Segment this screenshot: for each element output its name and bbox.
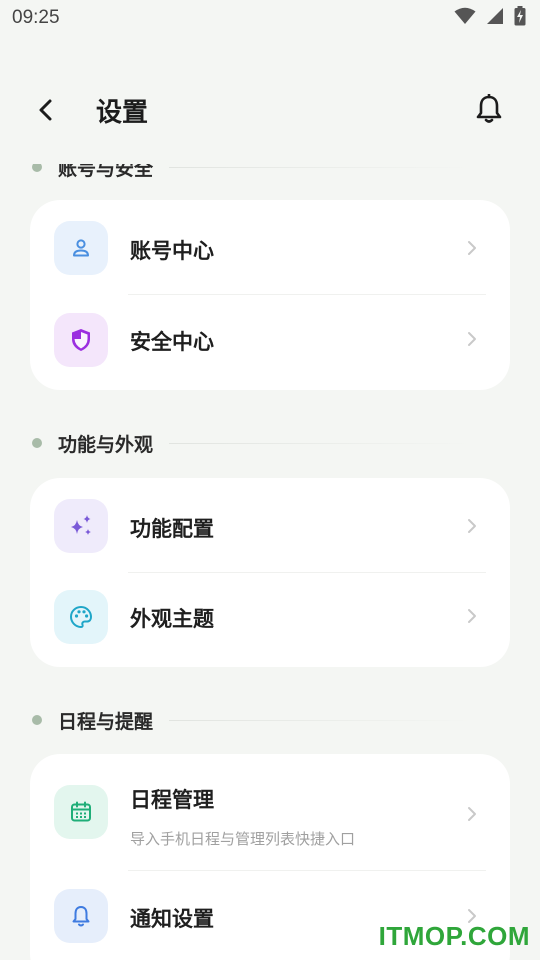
chevron-right-icon [464,518,480,534]
item-schedule-management[interactable]: 日程管理 导入手机日程与管理列表快捷入口 [30,754,510,870]
palette-icon [69,605,93,629]
card-account-security: 账号中心 安全中心 [30,200,510,390]
card-features-appearance: 功能配置 外观主题 [30,478,510,667]
notification-settings-icon-box [54,889,108,943]
bell-icon [72,906,90,927]
header: 设置 [0,80,540,140]
back-button[interactable] [30,94,62,126]
item-feature-config[interactable]: 功能配置 [30,478,510,572]
section-header-schedule-reminders: 日程与提醒 [32,705,472,735]
item-title: 通知设置 [130,907,214,931]
bell-icon [476,94,502,123]
item-security-center[interactable]: 安全中心 [30,295,510,390]
chevron-right-icon [464,806,480,822]
section-divider [169,442,472,444]
section-divider [169,719,472,721]
chevron-right-icon [464,608,480,624]
battery-charging-icon [514,6,526,30]
status-bar: 09:25 [0,0,540,36]
item-subtitle: 导入手机日程与管理列表快捷入口 [130,830,356,848]
watermark-logo: ITMOP.COM [378,921,530,951]
chevron-left-icon [39,99,52,121]
appearance-theme-icon-box [54,590,108,644]
wifi-icon [454,7,476,29]
cellular-signal-icon [486,7,504,29]
item-title: 功能配置 [130,517,214,541]
status-time: 09:25 [12,7,60,28]
account-center-icon-box [54,221,108,275]
section-header-features-appearance: 功能与外观 [32,428,472,458]
chevron-right-icon [464,331,480,347]
section-title: 功能与外观 [58,433,154,456]
item-appearance-theme[interactable]: 外观主题 [30,572,510,667]
item-title: 账号中心 [130,239,214,263]
chevron-right-icon [464,240,480,256]
item-title: 外观主题 [130,607,214,631]
item-account-center[interactable]: 账号中心 [30,200,510,295]
notifications-button[interactable] [472,92,506,126]
feature-config-icon-box [54,499,108,553]
item-title: 日程管理 [130,788,214,812]
section-dot [32,715,42,725]
settings-list[interactable]: 账号与安全 账号中心 安全中心 功能与外观 功能配置 外观主题 日程与提醒 日程… [0,150,540,960]
section-title: 日程与提醒 [58,710,154,733]
sparkle-icon [71,515,91,535]
security-center-icon-box [54,313,108,367]
status-icons [454,6,526,30]
header-overlap-mask [0,150,540,164]
schedule-management-icon-box [54,785,108,839]
shield-icon [72,329,90,351]
section-dot [32,438,42,448]
page-title: 设置 [96,98,149,128]
calendar-icon [71,801,91,822]
section-divider [169,166,472,168]
user-icon [73,239,89,257]
item-title: 安全中心 [130,330,214,354]
